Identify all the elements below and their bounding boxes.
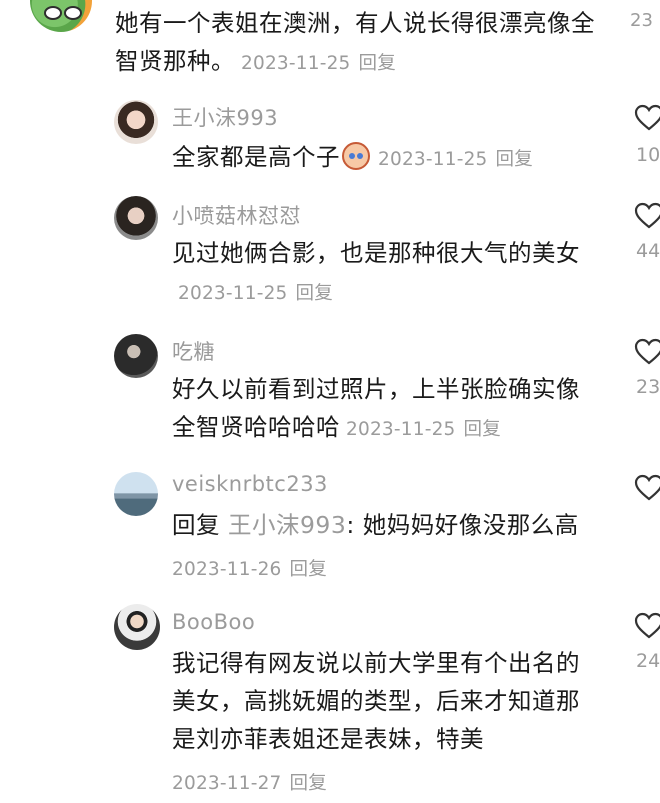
mention-link[interactable]: 王小沫993 (228, 511, 346, 539)
comment-body: 见过她俩合影，也是那种很大气的美女 (172, 239, 580, 267)
reply-button[interactable]: 回复 (296, 283, 333, 304)
avatar[interactable] (114, 604, 160, 650)
comment-date: 2023-11-27 (172, 773, 282, 794)
reply-text: 回复 王小沫993: 她妈妈好像没那么高 (172, 506, 602, 544)
reply-button[interactable]: 回复 (290, 559, 327, 580)
reply-text: 见过她俩合影，也是那种很大气的美女 2023-11-25 回复 (172, 234, 602, 313)
reply-prefix: 回复 (172, 511, 220, 539)
comment-date: 2023-11-25 (346, 419, 456, 440)
like-count: 23 (630, 10, 653, 31)
username[interactable]: veisknrbtc233 (172, 472, 328, 496)
reply-button[interactable]: 回复 (359, 53, 396, 74)
comment-date: 2023-11-25 (378, 149, 488, 170)
reply-text: 好久以前看到过照片，上半张脸确实像全智贤哈哈哈哈 2023-11-25 回复 (172, 370, 602, 449)
heart-outline-icon[interactable] (634, 612, 660, 640)
reply-button[interactable]: 回复 (496, 149, 533, 170)
comment-date: 2023-11-25 (241, 53, 351, 74)
reply-meta: 2023-11-27 回复 (172, 762, 602, 803)
username[interactable]: 吃糖 (172, 336, 215, 366)
emoji-face-icon (342, 142, 370, 170)
comment-body: 我记得有网友说以前大学里有个出名的美女，高挑妩媚的类型，后来才知道那是刘亦菲表姐… (172, 649, 580, 753)
comment-date: 2023-11-25 (178, 283, 288, 304)
comment-body: 她有一个表姐在澳洲，有人说长得很漂亮像全智贤那种。 (115, 9, 595, 75)
reply-meta: 2023-11-26 回复 (172, 548, 602, 589)
like-count: 101 (636, 144, 660, 166)
avatar-eye (64, 6, 82, 20)
heart-outline-icon[interactable] (634, 338, 660, 366)
parent-comment-text: 她有一个表姐在澳洲，有人说长得很漂亮像全智贤那种。 2023-11-25 回复 (115, 4, 615, 83)
comment-date: 2023-11-26 (172, 559, 282, 580)
avatar[interactable] (114, 472, 158, 516)
parent-avatar[interactable] (30, 0, 92, 32)
username[interactable]: BooBoo (172, 610, 255, 634)
username[interactable]: 小喷菇林怼怼 (172, 200, 301, 230)
avatar-eye (44, 6, 62, 20)
avatar[interactable] (114, 196, 158, 240)
username[interactable]: 王小沫993 (172, 102, 278, 132)
like-count: 24 (636, 650, 660, 672)
reply-button[interactable]: 回复 (290, 773, 327, 794)
avatar[interactable] (114, 334, 158, 378)
like-count: 44 (636, 240, 660, 262)
reply-text: 我记得有网友说以前大学里有个出名的美女，高挑妩媚的类型，后来才知道那是刘亦菲表姐… (172, 644, 592, 758)
heart-outline-icon[interactable] (634, 202, 660, 230)
like-count: 23 (636, 376, 660, 398)
reply-text: 全家都是高个子 2023-11-25 回复 (172, 138, 602, 179)
heart-outline-icon[interactable] (634, 474, 660, 502)
heart-outline-icon[interactable] (634, 104, 660, 132)
reply-button[interactable]: 回复 (464, 419, 501, 440)
comment-body: 全家都是高个子 (172, 143, 340, 171)
comment-body: : 她妈妈好像没那么高 (346, 511, 579, 539)
avatar[interactable] (114, 100, 158, 144)
